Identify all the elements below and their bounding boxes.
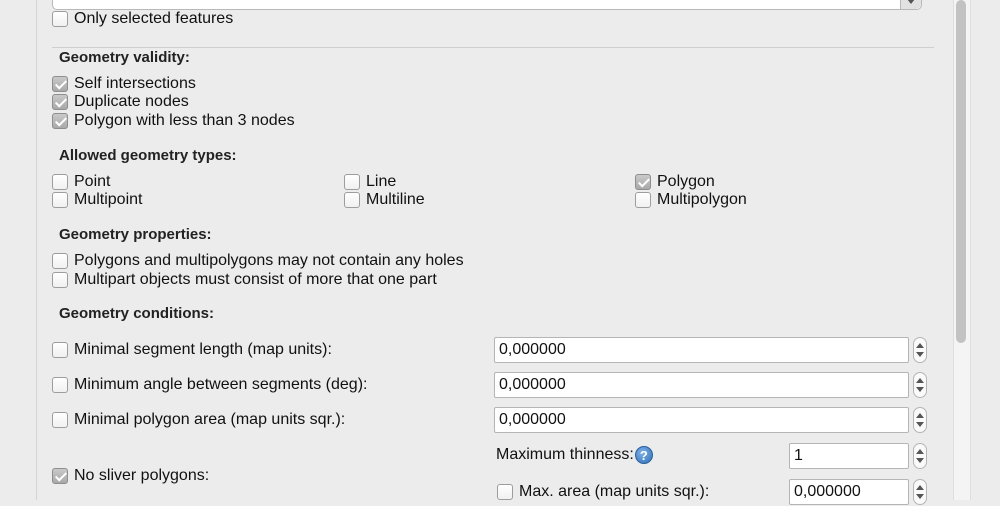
min-angle-label: Minimum angle between segments (deg): [74,375,368,393]
allowed-geometry-types-heading: Allowed geometry types: [59,147,237,164]
min-angle-checkbox[interactable] [52,376,68,393]
arrow-down-icon[interactable] [916,422,924,427]
arrow-down-icon[interactable] [916,494,924,499]
max-area-spinbox[interactable]: 0,000000 [789,478,927,506]
multipart-checkbox[interactable] [52,271,68,288]
sliver-row[interactable]: No sliver polygons: [52,466,209,485]
min-angle-stepper[interactable] [913,372,927,398]
multipart-row[interactable]: Multipart objects must consist of more t… [52,270,437,289]
type-point-row[interactable]: Point [52,172,110,191]
self-intersections-label: Self intersections [74,74,196,92]
arrow-up-icon[interactable] [916,343,924,348]
type-polygon-row[interactable]: Polygon [635,172,715,191]
type-multipolygon-checkbox[interactable] [635,191,651,208]
type-line-row[interactable]: Line [344,172,396,191]
min-angle-input[interactable]: 0,000000 [494,372,909,398]
min-area-input[interactable]: 0,000000 [494,407,909,433]
polygon-less-3-nodes-row[interactable]: Polygon with less than 3 nodes [52,111,295,130]
only-selected-label: Only selected features [74,9,234,27]
polygon-less-3-nodes-label: Polygon with less than 3 nodes [74,111,295,129]
max-area-stepper[interactable] [913,479,927,505]
min-segment-checkbox[interactable] [52,341,68,358]
only-selected-row[interactable]: Only selected features [52,9,233,28]
sliver-checkbox[interactable] [52,467,68,484]
min-area-stepper[interactable] [913,407,927,433]
min-segment-row[interactable]: Minimal segment length (map units): [52,340,332,359]
type-multipoint-row[interactable]: Multipoint [52,190,142,209]
min-area-row[interactable]: Minimal polygon area (map units sqr.): [52,410,345,429]
max-area-row[interactable]: Max. area (map units sqr.): [497,482,709,501]
min-segment-input[interactable]: 0,000000 [494,337,909,363]
max-thinness-label: Maximum thinness: [496,445,634,463]
min-segment-spinbox[interactable]: 0,000000 [494,336,927,364]
max-thinness-row: Maximum thinness: ? [496,445,653,464]
duplicate-nodes-row[interactable]: Duplicate nodes [52,92,189,111]
type-multipolygon-label: Multipolygon [657,190,747,208]
arrow-up-icon[interactable] [916,413,924,418]
arrow-down-icon[interactable] [916,387,924,392]
type-multiline-checkbox[interactable] [344,191,360,208]
arrow-up-icon[interactable] [916,449,924,454]
max-area-input[interactable]: 0,000000 [789,479,909,505]
no-holes-checkbox[interactable] [52,252,68,269]
type-polygon-checkbox[interactable] [635,173,651,190]
self-intersections-checkbox[interactable] [52,75,68,92]
min-segment-stepper[interactable] [913,337,927,363]
min-area-spinbox[interactable]: 0,000000 [494,406,927,434]
max-thinness-input[interactable]: 1 [789,443,909,469]
self-intersections-row[interactable]: Self intersections [52,74,196,93]
arrow-up-icon[interactable] [916,378,924,383]
type-line-checkbox[interactable] [344,173,360,190]
min-angle-row[interactable]: Minimum angle between segments (deg): [52,375,367,394]
min-area-checkbox[interactable] [52,411,68,428]
max-thinness-stepper[interactable] [913,443,927,469]
arrow-down-icon[interactable] [916,458,924,463]
only-selected-checkbox[interactable] [52,10,68,27]
max-area-label: Max. area (map units sqr.): [519,482,710,500]
geometry-properties-heading: Geometry properties: [59,226,212,243]
section-divider [52,47,934,48]
type-multipoint-checkbox[interactable] [52,191,68,208]
chevron-down-icon[interactable] [900,0,921,9]
scrollbar-thumb[interactable] [956,0,966,343]
duplicate-nodes-checkbox[interactable] [52,93,68,110]
sliver-label: No sliver polygons: [74,466,210,484]
type-polygon-label: Polygon [657,172,715,190]
no-holes-label: Polygons and multipolygons may not conta… [74,251,464,269]
type-multiline-row[interactable]: Multiline [344,190,425,209]
multipart-label: Multipart objects must consist of more t… [74,270,437,288]
geometry-conditions-heading: Geometry conditions: [59,305,215,322]
type-multiline-label: Multiline [366,190,425,208]
type-multipoint-label: Multipoint [74,190,143,208]
help-icon[interactable]: ? [634,445,653,464]
min-area-label: Minimal polygon area (map units sqr.): [74,410,346,428]
min-angle-spinbox[interactable]: 0,000000 [494,371,927,399]
duplicate-nodes-label: Duplicate nodes [74,92,189,110]
geometry-validity-heading: Geometry validity: [59,49,190,66]
max-area-checkbox[interactable] [497,483,513,500]
no-holes-row[interactable]: Polygons and multipolygons may not conta… [52,251,464,270]
max-thinness-spinbox[interactable]: 1 [789,442,927,470]
arrow-down-icon[interactable] [916,352,924,357]
type-line-label: Line [366,172,397,190]
arrow-up-icon[interactable] [916,485,924,490]
type-point-label: Point [74,172,111,190]
type-point-checkbox[interactable] [52,173,68,190]
type-multipolygon-row[interactable]: Multipolygon [635,190,747,209]
polygon-less-3-nodes-checkbox[interactable] [52,112,68,129]
min-segment-label: Minimal segment length (map units): [74,340,332,358]
